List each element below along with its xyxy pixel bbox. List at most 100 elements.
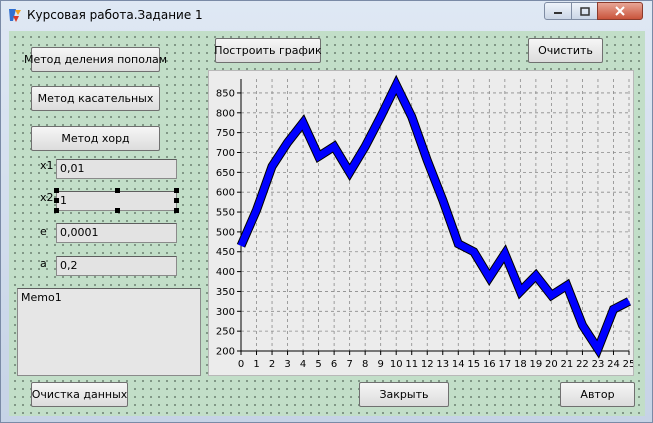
selection-handle[interactable] [115, 208, 120, 213]
y-tick-label: 850 [216, 88, 235, 99]
chart-svg: 2002503003504004505005506006507007508008… [216, 74, 633, 370]
data-point [442, 199, 444, 201]
x-tick-label: 2 [269, 359, 275, 370]
x-tick-label: 3 [284, 359, 290, 370]
data-point [349, 171, 351, 173]
data-point [612, 308, 614, 310]
clear-button[interactable]: Очистить [528, 38, 603, 63]
window-title: Курсовая работа.Задание 1 [27, 8, 203, 22]
a-label: a [40, 257, 47, 270]
y-tick-label: 800 [216, 108, 235, 119]
data-point [364, 146, 366, 148]
x-tick-label: 17 [498, 359, 511, 370]
y-tick-label: 300 [216, 307, 235, 318]
data-point [519, 290, 521, 292]
x-tick-label: 25 [623, 359, 633, 370]
y-tick-label: 700 [216, 148, 235, 159]
x-tick-label: 7 [346, 359, 352, 370]
x-tick-label: 1 [253, 359, 259, 370]
close-icon [615, 6, 625, 16]
bisection-method-button[interactable]: Метод деления пополам [24, 47, 167, 72]
x-tick-label: 11 [405, 359, 418, 370]
memo-box[interactable]: Memo1 [17, 288, 201, 376]
author-button[interactable]: Автор [560, 382, 635, 407]
minimize-button[interactable] [544, 2, 572, 20]
data-point [473, 251, 475, 253]
data-point [380, 116, 382, 118]
x-tick-label: 15 [467, 359, 480, 370]
data-point [597, 348, 599, 350]
x-tick-label: 0 [238, 359, 244, 370]
data-point [287, 142, 289, 144]
y-tick-label: 500 [216, 227, 235, 238]
y-tick-label: 200 [216, 347, 235, 358]
x1-input[interactable]: 0,01 [56, 159, 177, 179]
x-tick-label: 4 [300, 359, 306, 370]
selection-handle[interactable] [54, 208, 59, 213]
selection-handle[interactable] [115, 188, 120, 193]
y-tick-label: 650 [216, 168, 235, 179]
x-tick-label: 19 [530, 359, 543, 370]
x-tick-label: 8 [362, 359, 368, 370]
y-tick-label: 400 [216, 267, 235, 278]
data-point [302, 122, 304, 124]
x-tick-label: 20 [545, 359, 558, 370]
y-tick-label: 550 [216, 208, 235, 219]
maximize-icon [579, 6, 590, 16]
main-window: Курсовая работа.Задание 1 Метод деления … [0, 0, 653, 423]
data-point [333, 146, 335, 148]
data-point [256, 209, 258, 211]
clear-data-button[interactable]: Очистка данных [31, 382, 128, 407]
selection-handle[interactable] [174, 198, 179, 203]
maximize-button[interactable] [571, 2, 598, 20]
data-point [488, 277, 490, 279]
data-point [550, 294, 552, 296]
x-tick-label: 9 [377, 359, 383, 370]
data-point [504, 253, 506, 255]
x-tick-label: 18 [514, 359, 527, 370]
a-input[interactable]: 0,2 [56, 256, 177, 276]
x-tick-label: 16 [483, 359, 496, 370]
x-tick-label: 6 [331, 359, 337, 370]
e-label: e [40, 225, 47, 238]
y-tick-label: 350 [216, 287, 235, 298]
tangent-method-button[interactable]: Метод касательных [31, 86, 160, 111]
x2-label: x2 [40, 191, 54, 204]
data-point [581, 324, 583, 326]
x-tick-label: 14 [452, 359, 465, 370]
y-tick-label: 600 [216, 188, 235, 199]
x-tick-label: 24 [607, 359, 620, 370]
minimize-icon [554, 12, 562, 14]
x-tick-label: 5 [315, 359, 321, 370]
build-graph-button[interactable]: Построить график [214, 38, 322, 63]
selection-handle[interactable] [174, 188, 179, 193]
close-button[interactable]: Закрыть [359, 382, 449, 407]
close-window-button[interactable] [597, 2, 643, 20]
selection-handle[interactable] [54, 198, 59, 203]
x-tick-label: 21 [561, 359, 574, 370]
x-tick-label: 10 [390, 359, 403, 370]
y-tick-label: 750 [216, 128, 235, 139]
data-point [566, 284, 568, 286]
e-input[interactable]: 0,0001 [56, 223, 177, 243]
x-tick-label: 13 [436, 359, 449, 370]
x-tick-label: 12 [421, 359, 434, 370]
data-point [240, 245, 242, 247]
data-point [318, 155, 320, 157]
y-tick-label: 450 [216, 247, 235, 258]
chord-method-button[interactable]: Метод хорд [31, 126, 160, 151]
app-icon [9, 9, 21, 22]
data-point [426, 159, 428, 161]
data-point [457, 243, 459, 245]
y-tick-label: 250 [216, 327, 235, 338]
series-line [237, 77, 631, 357]
title-bar[interactable]: Курсовая работа.Задание 1 [1, 1, 652, 29]
data-point [628, 300, 630, 302]
x-tick-label: 23 [592, 359, 605, 370]
data-point [395, 84, 397, 86]
x1-label: x1 [40, 159, 54, 172]
data-point [411, 116, 413, 118]
function-chart: 200 250 300 350 400 450 500 550 600 650 700 750 800 8… [208, 70, 634, 376]
selection-handle[interactable] [54, 188, 59, 193]
selection-handle[interactable] [174, 208, 179, 213]
